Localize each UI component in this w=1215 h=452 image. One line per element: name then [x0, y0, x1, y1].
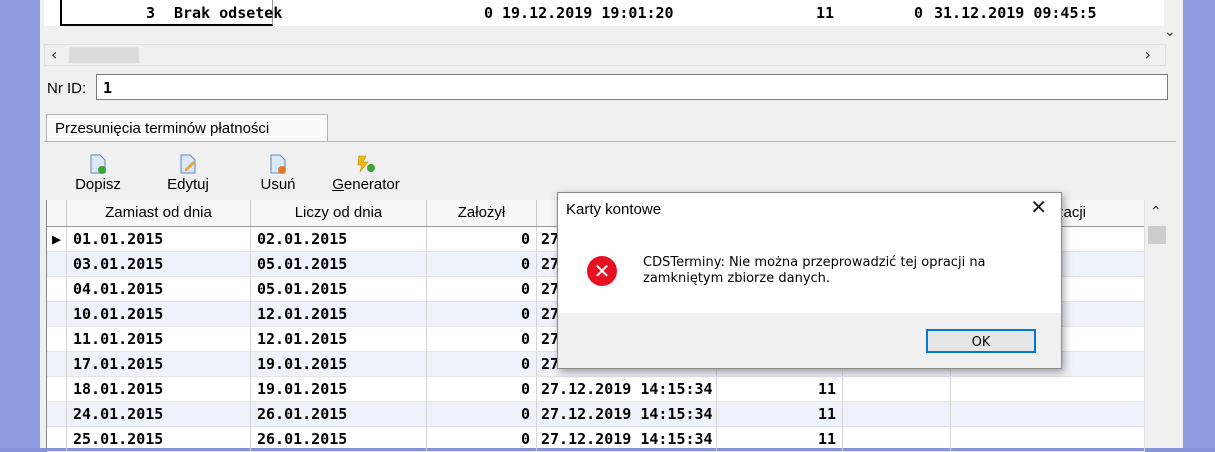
table-cell[interactable]: 11 — [717, 402, 843, 426]
tab-divider — [44, 141, 1176, 142]
table-cell[interactable]: 0 — [427, 277, 537, 301]
table-cell[interactable] — [843, 427, 951, 451]
table-cell[interactable]: 11.01.2015 — [67, 327, 251, 351]
table-cell[interactable] — [951, 427, 1145, 451]
table-cell[interactable]: 27.12.2019 14:15:34 — [537, 427, 717, 451]
top-row-date1: 19.12.2019 19:01:20 — [502, 4, 674, 22]
scroll-up-icon[interactable]: ⌃ — [1150, 204, 1162, 220]
top-row-col5: 11 — [816, 4, 835, 22]
nr-id-field[interactable]: 1 — [96, 74, 1168, 100]
tab-przesuniecia[interactable]: Przesunięcia terminów płatności — [46, 114, 328, 142]
table-cell[interactable]: 0 — [427, 252, 537, 276]
scroll-left-icon[interactable]: ‹ — [51, 45, 57, 64]
table-cell[interactable] — [843, 377, 951, 401]
table-cell[interactable]: 11 — [717, 427, 843, 451]
table-cell[interactable]: 10.01.2015 — [67, 302, 251, 326]
row-indicator — [47, 377, 67, 401]
table-cell[interactable]: 24.01.2015 — [67, 402, 251, 426]
table-cell[interactable]: 26.01.2015 — [251, 427, 427, 451]
table-cell[interactable]: 0 — [427, 427, 537, 451]
ok-button[interactable]: OK — [926, 329, 1036, 353]
horizontal-scrollbar[interactable]: ‹ › — [44, 44, 1166, 66]
table-cell[interactable]: 12.01.2015 — [251, 302, 427, 326]
table-cell[interactable]: 01.01.2015 — [67, 227, 251, 251]
table-cell[interactable]: 12.01.2015 — [251, 327, 427, 351]
generator-label: Generator — [332, 176, 400, 193]
page-delete-icon — [270, 154, 286, 174]
table-cell[interactable] — [843, 402, 951, 426]
scroll-right-icon[interactable]: › — [1145, 45, 1151, 64]
col-header-liczy[interactable]: Liczy od dnia — [251, 200, 427, 226]
table-cell[interactable]: 27.12.2019 14:15:34 — [537, 402, 717, 426]
table-row[interactable]: 25.01.2015 26.01.2015 0 27.12.2019 14:15:34… — [47, 427, 1145, 452]
table-row[interactable]: 24.01.2015 26.01.2015 0 27.12.2019 14:15:34… — [47, 402, 1145, 427]
top-row-number: 3 — [146, 4, 156, 22]
usun-button[interactable]: Usuń — [238, 154, 318, 194]
page-add-icon — [90, 154, 106, 174]
row-indicator — [47, 427, 67, 451]
table-cell[interactable]: 0 — [427, 352, 537, 376]
row-indicator — [47, 277, 67, 301]
table-cell[interactable]: 05.01.2015 — [251, 277, 427, 301]
error-icon: ✕ — [587, 256, 617, 286]
top-row-col6: 0 — [914, 4, 924, 22]
dopisz-button[interactable]: Dopisz — [58, 154, 138, 194]
edytuj-label: Edytuj — [167, 176, 209, 193]
col-header-zamiast[interactable]: Zamiast od dnia — [67, 200, 251, 226]
top-row-date2: 31.12.2019 09:45:5 — [934, 4, 1097, 22]
nr-id-label: Nr ID: — [47, 80, 87, 97]
table-cell[interactable]: 17.01.2015 — [67, 352, 251, 376]
generator-icon — [357, 155, 375, 173]
table-cell[interactable]: 03.01.2015 — [67, 252, 251, 276]
dialog-title: Karty kontowe — [566, 201, 662, 218]
top-table-row[interactable]: 3 Brak odsetek 0 19.12.2019 19:01:20 11 … — [44, 0, 1164, 26]
table-cell[interactable]: 27.12.2019 14:15:34 — [537, 377, 717, 401]
table-cell[interactable]: 11 — [717, 377, 843, 401]
table-cell[interactable]: 0 — [427, 227, 537, 251]
error-glyph: ✕ — [593, 259, 611, 283]
row-indicator — [47, 402, 67, 426]
vertical-scrollbar-thumb[interactable] — [1148, 226, 1166, 244]
generator-button[interactable]: Generator — [326, 154, 406, 194]
row-indicator — [47, 327, 67, 351]
table-cell[interactable]: 18.01.2015 — [67, 377, 251, 401]
edytuj-button[interactable]: Edytuj — [148, 154, 228, 194]
grid-header-indicator — [47, 200, 67, 226]
row-indicator — [47, 302, 67, 326]
page-edit-icon — [180, 154, 196, 174]
row-indicator: ▶ — [47, 227, 67, 251]
table-cell[interactable] — [951, 377, 1145, 401]
top-row-col3: 0 — [484, 4, 494, 22]
table-cell[interactable]: 0 — [427, 302, 537, 326]
table-cell[interactable] — [951, 402, 1145, 426]
table-cell[interactable]: 0 — [427, 327, 537, 351]
row-indicator — [47, 252, 67, 276]
usun-label: Usuń — [260, 176, 296, 193]
row-indicator — [47, 352, 67, 376]
close-icon[interactable]: ✕ — [1030, 195, 1047, 219]
table-cell[interactable]: 04.01.2015 — [67, 277, 251, 301]
col-header-zalozyl[interactable]: Założył — [427, 200, 537, 226]
chevron-down-icon[interactable]: ⌄ — [1164, 24, 1180, 44]
table-cell[interactable]: 25.01.2015 — [67, 427, 251, 451]
dopisz-label: Dopisz — [75, 176, 121, 193]
table-cell[interactable]: 02.01.2015 — [251, 227, 427, 251]
table-cell[interactable]: 0 — [427, 402, 537, 426]
top-row-name: Brak odsetek — [174, 4, 283, 22]
dialog-message: CDSTerminy: Nie można przeprowadzić tej … — [643, 255, 986, 286]
table-cell[interactable]: 0 — [427, 377, 537, 401]
table-row[interactable]: 18.01.2015 19.01.2015 0 27.12.2019 14:15:34… — [47, 377, 1145, 402]
table-cell[interactable]: 19.01.2015 — [251, 377, 427, 401]
vertical-scrollbar[interactable]: ⌃ — [1144, 200, 1167, 448]
desktop-background-right — [1183, 0, 1215, 448]
scrollbar-thumb[interactable] — [69, 47, 139, 63]
table-cell[interactable]: 05.01.2015 — [251, 252, 427, 276]
desktop-background-left — [0, 0, 40, 448]
table-cell[interactable]: 26.01.2015 — [251, 402, 427, 426]
error-dialog: Karty kontowe ✕ ✕ CDSTerminy: Nie można … — [557, 192, 1062, 369]
table-cell[interactable]: 19.01.2015 — [251, 352, 427, 376]
